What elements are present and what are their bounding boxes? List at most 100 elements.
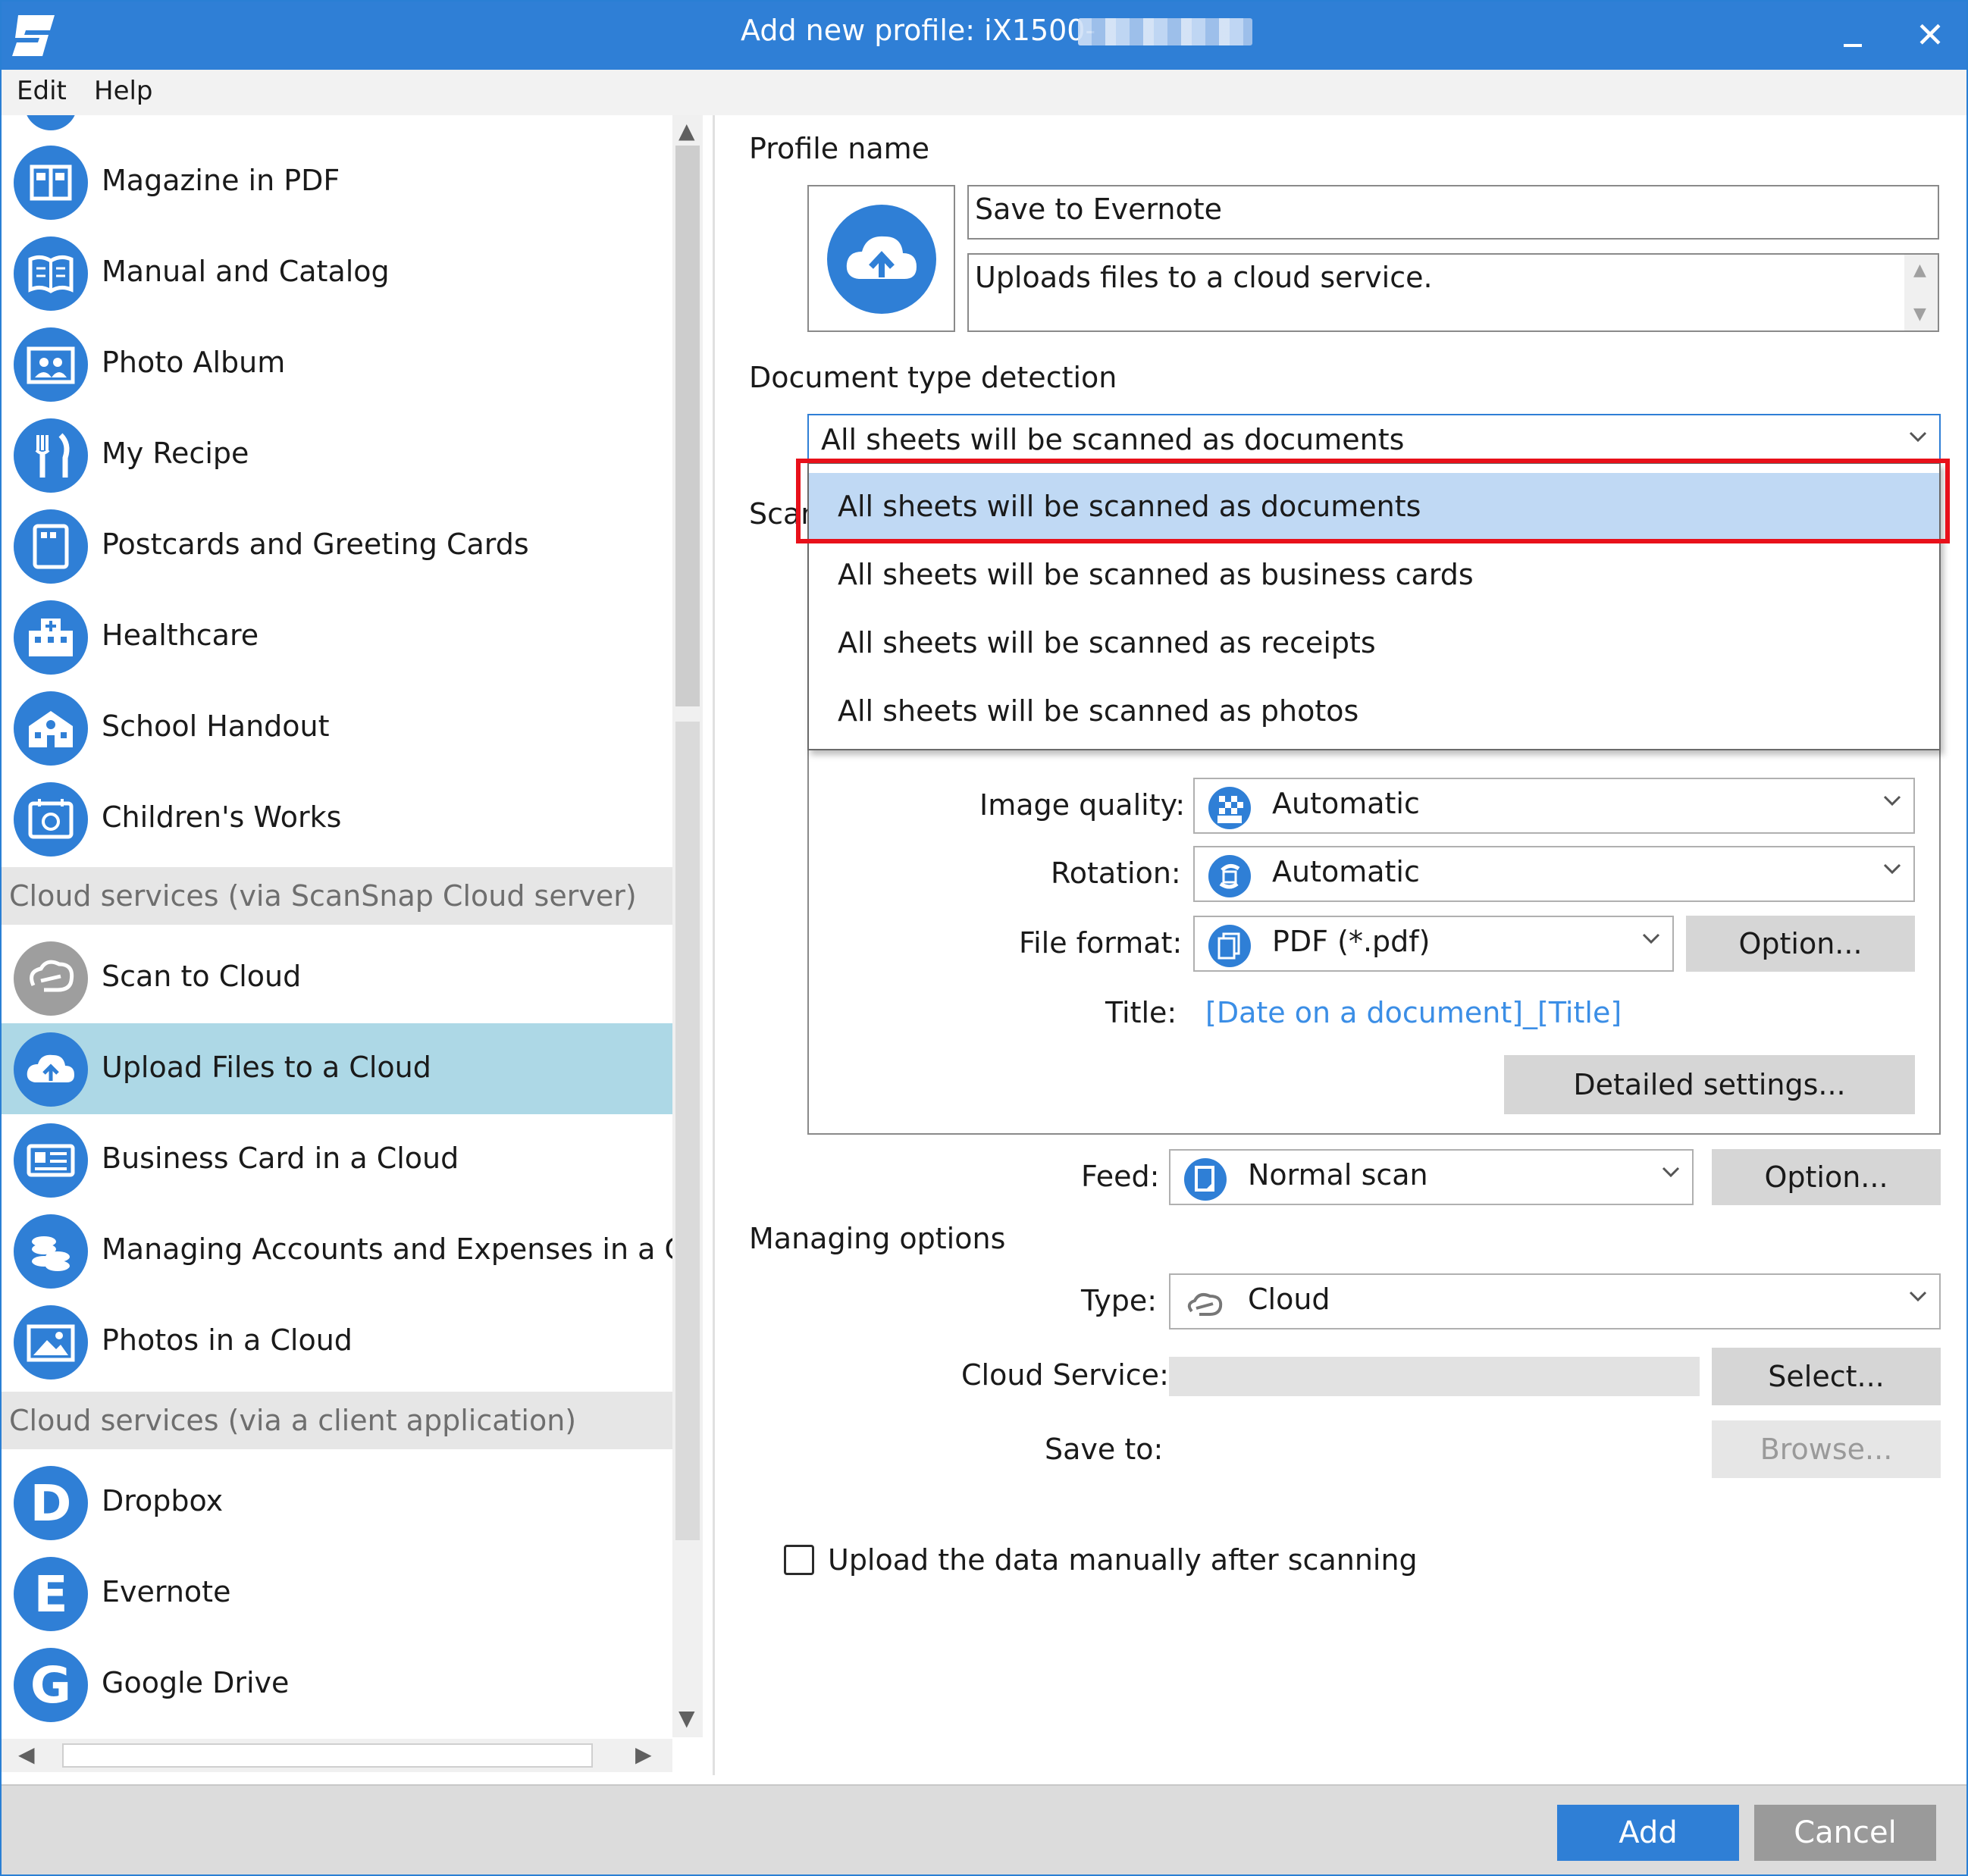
photo-icon xyxy=(14,1305,88,1380)
scansnap-cloud-icon xyxy=(14,941,88,1016)
file-format-value: PDF (*.pdf) xyxy=(1272,925,1431,958)
list-item-label: Photos in a Cloud xyxy=(102,1323,353,1357)
group-header-cloud-server: Cloud services (via ScanSnap Cloud serve… xyxy=(2,867,672,925)
horizontal-scrollbar-thumb[interactable] xyxy=(62,1743,593,1768)
doc-type-detection-label: Document type detection xyxy=(749,361,1117,394)
group-header-client-app: Cloud services (via a client application… xyxy=(2,1392,672,1449)
dropdown-option-receipts[interactable]: All sheets will be scanned as receipts xyxy=(809,609,1939,676)
list-item-label: School Handout xyxy=(102,709,330,743)
cloud-upload-icon xyxy=(827,205,936,314)
list-item-childrens-works[interactable]: Children's Works xyxy=(2,773,672,864)
dropdown-option-photos[interactable]: All sheets will be scanned as photos xyxy=(809,678,1939,744)
pdf-file-icon xyxy=(1208,925,1251,967)
chevron-down-icon xyxy=(1883,863,1901,875)
doc-type-select[interactable]: All sheets will be scanned as documents xyxy=(807,414,1941,462)
list-item-label: Magazine in PDF xyxy=(102,164,340,197)
list-item-label: Business Card in a Cloud xyxy=(102,1142,459,1175)
list-item-healthcare[interactable]: Healthcare xyxy=(2,591,672,682)
scroll-right-icon[interactable]: ▶ xyxy=(635,1743,652,1766)
list-item-magazine[interactable]: Magazine in PDF xyxy=(2,136,672,227)
rotation-value: Automatic xyxy=(1272,855,1420,888)
list-item-postcards[interactable]: Postcards and Greeting Cards xyxy=(2,500,672,591)
list-item-upload-files-selected[interactable]: Upload Files to a Cloud xyxy=(2,1023,672,1114)
profile-icon-button[interactable] xyxy=(807,185,955,332)
minimize-button[interactable] xyxy=(1835,18,1871,55)
book-icon xyxy=(14,236,88,311)
file-format-label: File format: xyxy=(1019,926,1183,960)
google-drive-letter-icon: G xyxy=(14,1648,88,1722)
list-item-label: Dropbox xyxy=(102,1484,224,1517)
profile-description-input[interactable]: Uploads files to a cloud service. xyxy=(967,253,1906,332)
title-bar: Add new profile: iX1500- ✕ xyxy=(2,2,1966,70)
rotation-select[interactable]: Automatic xyxy=(1193,846,1915,902)
image-quality-select[interactable]: Automatic xyxy=(1193,778,1915,834)
profile-type-list: Magazine in PDF Manual and Catalog Photo… xyxy=(2,115,672,1775)
blurred-serial xyxy=(1078,18,1252,45)
list-item-school-handout[interactable]: School Handout xyxy=(2,682,672,773)
recipe-icon xyxy=(14,418,88,493)
sidebar-horizontal-scrollbar[interactable]: ◀ ▶ xyxy=(2,1739,672,1772)
scroll-up-icon[interactable]: ▲ xyxy=(678,120,695,143)
list-item-scan-to-cloud[interactable]: Scan to Cloud xyxy=(2,932,672,1023)
dropdown-option-business-cards[interactable]: All sheets will be scanned as business c… xyxy=(809,541,1939,608)
detailed-settings-button[interactable]: Detailed settings... xyxy=(1504,1055,1915,1114)
group-header-label: Cloud services (via a client application… xyxy=(9,1404,577,1437)
list-item-recipe[interactable]: My Recipe xyxy=(2,409,672,500)
image-quality-label: Image quality: xyxy=(979,788,1186,822)
list-item-label: Google Drive xyxy=(102,1666,290,1699)
type-select[interactable]: Cloud xyxy=(1169,1273,1941,1329)
svg-text:G: G xyxy=(30,1656,71,1715)
list-item-label: Upload Files to a Cloud xyxy=(102,1051,431,1084)
list-item-label: Healthcare xyxy=(102,619,259,652)
file-format-option-button[interactable]: Option... xyxy=(1686,916,1915,972)
svg-text:D: D xyxy=(30,1474,72,1533)
add-button[interactable]: Add xyxy=(1557,1805,1739,1861)
scroll-up-icon[interactable]: ▲ xyxy=(1913,259,1926,282)
list-item-label: Photo Album xyxy=(102,346,286,379)
scrollbar-track xyxy=(675,722,700,1540)
image-quality-value: Automatic xyxy=(1272,787,1420,820)
file-format-select[interactable]: PDF (*.pdf) xyxy=(1193,916,1674,972)
select-cloud-button[interactable]: Select... xyxy=(1712,1348,1941,1405)
list-item-business-card[interactable]: Business Card in a Cloud xyxy=(2,1114,672,1205)
partial-profile-icon xyxy=(24,115,77,130)
pane-divider[interactable] xyxy=(713,115,715,1775)
scroll-down-icon[interactable]: ▼ xyxy=(1913,303,1926,326)
list-item-photos-cloud[interactable]: Photos in a Cloud xyxy=(2,1296,672,1387)
list-item-dropbox[interactable]: D Dropbox xyxy=(2,1457,672,1548)
list-item-photo-album[interactable]: Photo Album xyxy=(2,318,672,409)
add-profile-window: Add new profile: iX1500- ✕ Edit Help Mag… xyxy=(0,0,1968,1876)
scroll-left-icon[interactable]: ◀ xyxy=(18,1743,35,1766)
upload-manually-checkbox[interactable] xyxy=(784,1545,814,1575)
list-item-google-drive[interactable]: G Google Drive xyxy=(2,1639,672,1730)
cloud-service-field xyxy=(1169,1357,1700,1396)
scroll-down-icon[interactable]: ▼ xyxy=(678,1707,695,1730)
cancel-button[interactable]: Cancel xyxy=(1754,1805,1936,1861)
list-item-manual[interactable]: Manual and Catalog xyxy=(2,227,672,318)
menu-bar: Edit Help xyxy=(2,70,1966,115)
menu-edit[interactable]: Edit xyxy=(17,76,67,106)
list-item-evernote[interactable]: E Evernote xyxy=(2,1548,672,1639)
list-item-label: Children's Works xyxy=(102,800,342,834)
type-label: Type: xyxy=(1081,1284,1158,1317)
list-item-label: Manual and Catalog xyxy=(102,255,390,288)
title-format-link[interactable]: [Date on a document]_[Title] xyxy=(1205,996,1622,1029)
description-scrollbar[interactable]: ▲ ▼ xyxy=(1904,253,1939,332)
chevron-down-icon xyxy=(1662,1167,1680,1178)
scrollbar-thumb[interactable] xyxy=(675,146,700,706)
auto-quality-icon xyxy=(1208,787,1251,829)
browse-button[interactable]: Browse... xyxy=(1712,1420,1941,1478)
feed-option-button[interactable]: Option... xyxy=(1712,1149,1941,1205)
list-item-label: Managing Accounts and Expenses in a Clou xyxy=(102,1232,672,1266)
list-item-accounts-expenses[interactable]: Managing Accounts and Expenses in a Clou xyxy=(2,1205,672,1296)
dropbox-letter-icon: D xyxy=(14,1466,88,1540)
list-item-label: Scan to Cloud xyxy=(102,960,302,993)
chevron-down-icon xyxy=(1642,933,1660,944)
profile-name-input[interactable]: Save to Evernote xyxy=(967,185,1939,240)
children-works-icon xyxy=(14,782,88,857)
close-button[interactable]: ✕ xyxy=(1909,14,1951,56)
menu-help[interactable]: Help xyxy=(94,76,153,106)
feed-scan-icon xyxy=(1184,1158,1227,1201)
sidebar-vertical-scrollbar[interactable]: ▲ ▼ xyxy=(672,115,703,1737)
feed-select[interactable]: Normal scan xyxy=(1169,1149,1694,1205)
